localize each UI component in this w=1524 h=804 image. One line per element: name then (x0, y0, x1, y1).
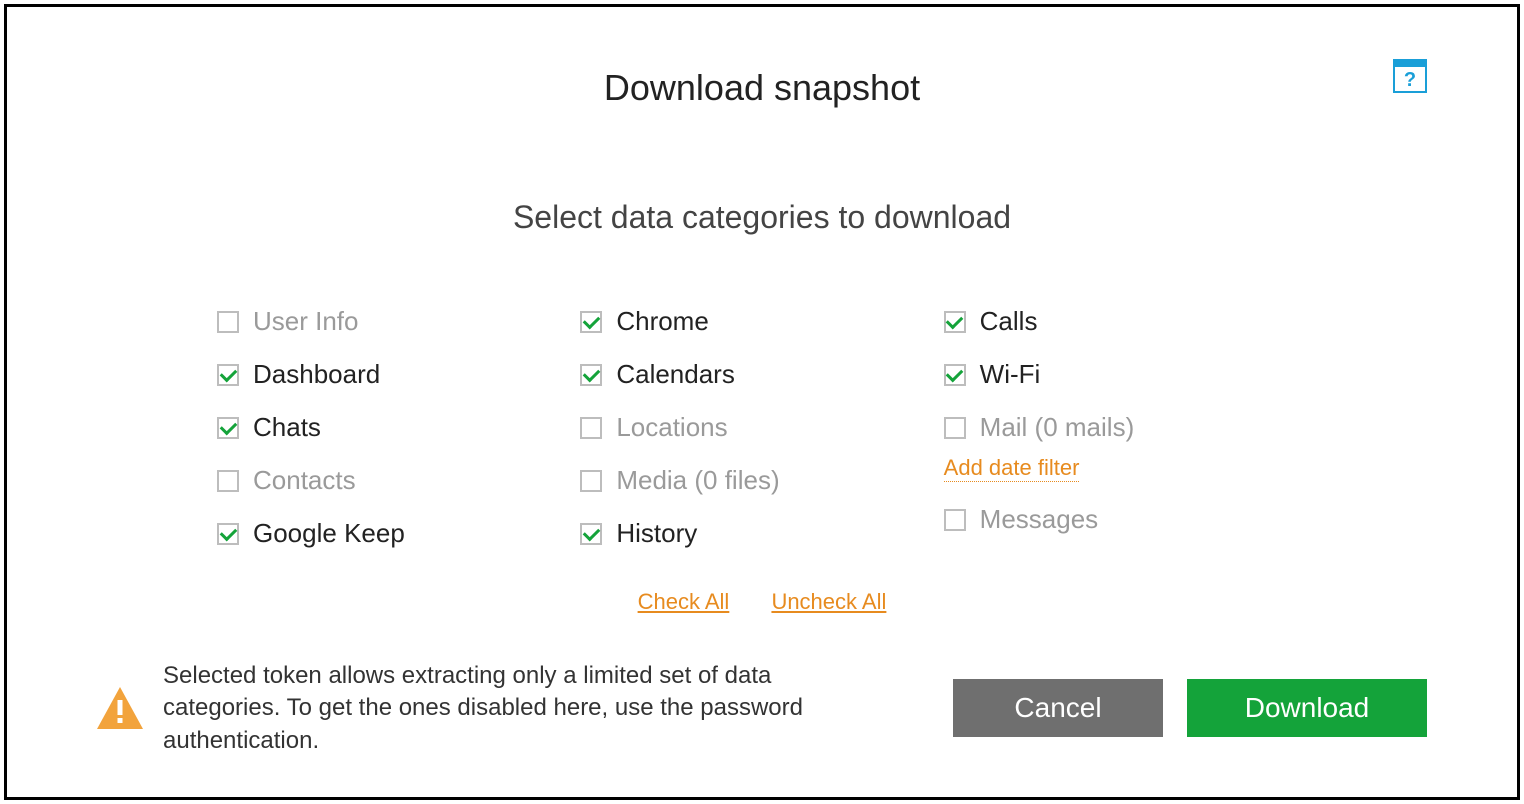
category-item: Mail (0 mails) (944, 412, 1307, 443)
check-all-link[interactable]: Check All (638, 589, 730, 614)
cancel-button[interactable]: Cancel (953, 679, 1163, 737)
category-label: Calls (980, 306, 1038, 337)
download-snapshot-dialog: Download snapshot ? Select data categori… (4, 4, 1520, 800)
checkbox (217, 311, 239, 333)
checkbox[interactable] (944, 311, 966, 333)
checkbox (580, 470, 602, 492)
category-item: Contacts (217, 465, 580, 496)
bulk-links: Check All Uncheck All (97, 589, 1427, 615)
checkbox[interactable] (217, 523, 239, 545)
category-column: User Info Dashboard Chats Contacts Google Ke… (217, 306, 580, 549)
uncheck-all-link[interactable]: Uncheck All (771, 589, 886, 614)
help-button[interactable]: ? (1393, 59, 1427, 93)
checkbox[interactable] (580, 523, 602, 545)
category-label: User Info (253, 306, 359, 337)
button-row: Cancel Download (953, 679, 1427, 737)
category-item[interactable]: Calendars (580, 359, 943, 390)
category-label: Locations (616, 412, 727, 443)
help-icon: ? (1393, 59, 1427, 93)
category-label: History (616, 518, 697, 549)
svg-text:?: ? (1404, 69, 1416, 91)
category-item[interactable]: Chats (217, 412, 580, 443)
category-label: Mail (0 mails) (980, 412, 1135, 443)
category-item[interactable]: Dashboard (217, 359, 580, 390)
category-column: Chrome Calendars Locations Media (0 files) H… (580, 306, 943, 549)
checkbox (580, 417, 602, 439)
download-button[interactable]: Download (1187, 679, 1427, 737)
checkbox[interactable] (217, 417, 239, 439)
category-item: Messages (944, 504, 1307, 535)
category-label: Calendars (616, 359, 735, 390)
dialog-header: Download snapshot ? (97, 67, 1427, 109)
categories-grid: User Info Dashboard Chats Contacts Google Ke… (97, 306, 1427, 549)
add-date-filter-link[interactable]: Add date filter (944, 455, 1080, 482)
category-item[interactable]: History (580, 518, 943, 549)
checkbox (944, 417, 966, 439)
checkbox[interactable] (217, 364, 239, 386)
category-item[interactable]: Google Keep (217, 518, 580, 549)
checkbox (217, 470, 239, 492)
category-item[interactable]: Chrome (580, 306, 943, 337)
category-label: Messages (980, 504, 1099, 535)
category-label: Media (0 files) (616, 465, 779, 496)
category-item: User Info (217, 306, 580, 337)
category-item: Locations (580, 412, 943, 443)
warning-icon (97, 687, 143, 729)
category-label: Google Keep (253, 518, 405, 549)
category-item[interactable]: Wi-Fi (944, 359, 1307, 390)
category-item: Media (0 files) (580, 465, 943, 496)
checkbox[interactable] (580, 364, 602, 386)
warning-text: Selected token allows extracting only a … (163, 660, 883, 757)
checkbox[interactable] (580, 311, 602, 333)
dialog-title: Download snapshot (97, 67, 1427, 109)
category-label: Dashboard (253, 359, 380, 390)
category-label: Chrome (616, 306, 708, 337)
category-item[interactable]: Calls (944, 306, 1307, 337)
category-label: Chats (253, 412, 321, 443)
dialog-footer: Selected token allows extracting only a … (97, 660, 1427, 757)
dialog-subtitle: Select data categories to download (97, 199, 1427, 236)
category-label: Contacts (253, 465, 356, 496)
checkbox (944, 509, 966, 531)
checkbox[interactable] (944, 364, 966, 386)
category-label: Wi-Fi (980, 359, 1041, 390)
category-column: Calls Wi-Fi Mail (0 mails) Add date filter M… (944, 306, 1307, 549)
